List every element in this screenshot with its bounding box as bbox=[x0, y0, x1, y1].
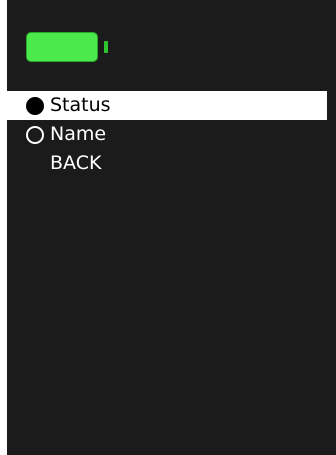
battery-body bbox=[26, 32, 98, 62]
menu-item-back[interactable]: BACK bbox=[7, 149, 336, 178]
battery-terminal bbox=[104, 41, 108, 53]
menu-item-label: Status bbox=[50, 94, 111, 116]
menu-item-label: Name bbox=[50, 123, 107, 145]
menu-item-status[interactable]: Status bbox=[7, 91, 327, 120]
radio-filled-icon bbox=[26, 97, 44, 115]
menu-list: Status Name BACK bbox=[7, 91, 336, 178]
battery-icon bbox=[26, 32, 108, 62]
device-screen: Status Name BACK bbox=[7, 0, 336, 455]
menu-item-name[interactable]: Name bbox=[7, 120, 336, 149]
radio-empty-icon bbox=[26, 126, 44, 144]
menu-item-label: BACK bbox=[50, 152, 102, 174]
